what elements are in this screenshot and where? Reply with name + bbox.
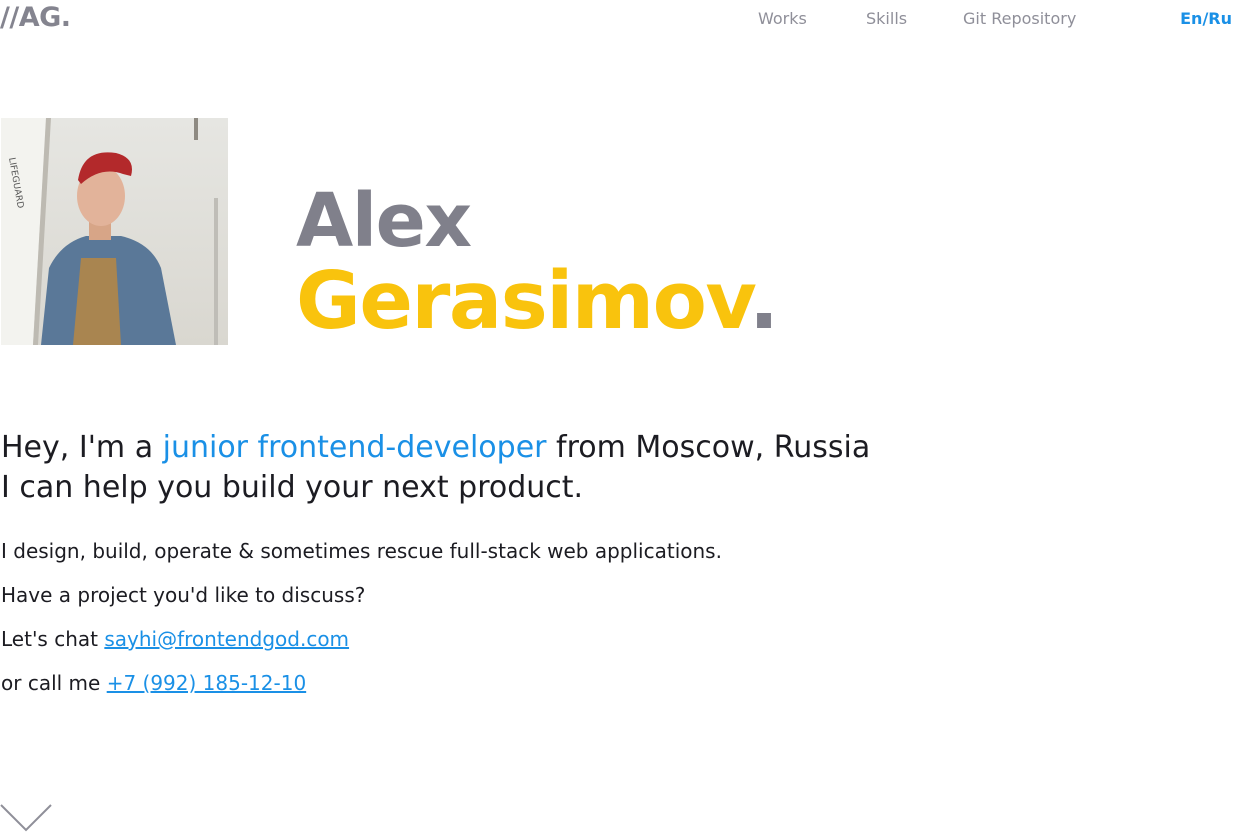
- language-toggle[interactable]: En/Ru: [1180, 9, 1232, 28]
- nav-git-repository[interactable]: Git Repository: [963, 9, 1076, 28]
- last-name-text: Gerasimov: [296, 255, 750, 347]
- intro-line-1: Hey, I'm a junior frontend-developer fro…: [1, 428, 870, 468]
- chevron-down-icon[interactable]: [0, 803, 52, 833]
- hero-first-name: Alex: [296, 178, 472, 264]
- intro-prefix: Hey, I'm a: [1, 430, 163, 465]
- chat-line: Let's chat sayhi@frontendgod.com: [1, 627, 349, 651]
- intro-role: junior frontend-developer: [162, 430, 547, 465]
- nav-skills[interactable]: Skills: [866, 9, 907, 28]
- nav-works[interactable]: Works: [758, 9, 807, 28]
- intro-suffix: from Moscow, Russia: [546, 430, 871, 465]
- call-prefix: or call me: [1, 671, 107, 695]
- chat-prefix: Let's chat: [1, 627, 105, 651]
- call-line: or call me +7 (992) 185-12-10: [1, 671, 306, 695]
- email-link[interactable]: sayhi@frontendgod.com: [104, 627, 349, 651]
- intro-text: Hey, I'm a junior frontend-developer fro…: [1, 428, 870, 508]
- about-line-1: I design, build, operate & sometimes res…: [1, 539, 722, 563]
- phone-link[interactable]: +7 (992) 185-12-10: [107, 671, 306, 695]
- site-logo[interactable]: //AG.: [0, 2, 71, 33]
- last-name-dot: .: [748, 255, 779, 347]
- profile-photo: LIFEGUARD: [1, 118, 228, 345]
- hero-last-name: Gerasimov.: [296, 262, 779, 341]
- about-line-2: Have a project you'd like to discuss?: [1, 583, 366, 607]
- intro-line-2: I can help you build your next product.: [1, 470, 584, 505]
